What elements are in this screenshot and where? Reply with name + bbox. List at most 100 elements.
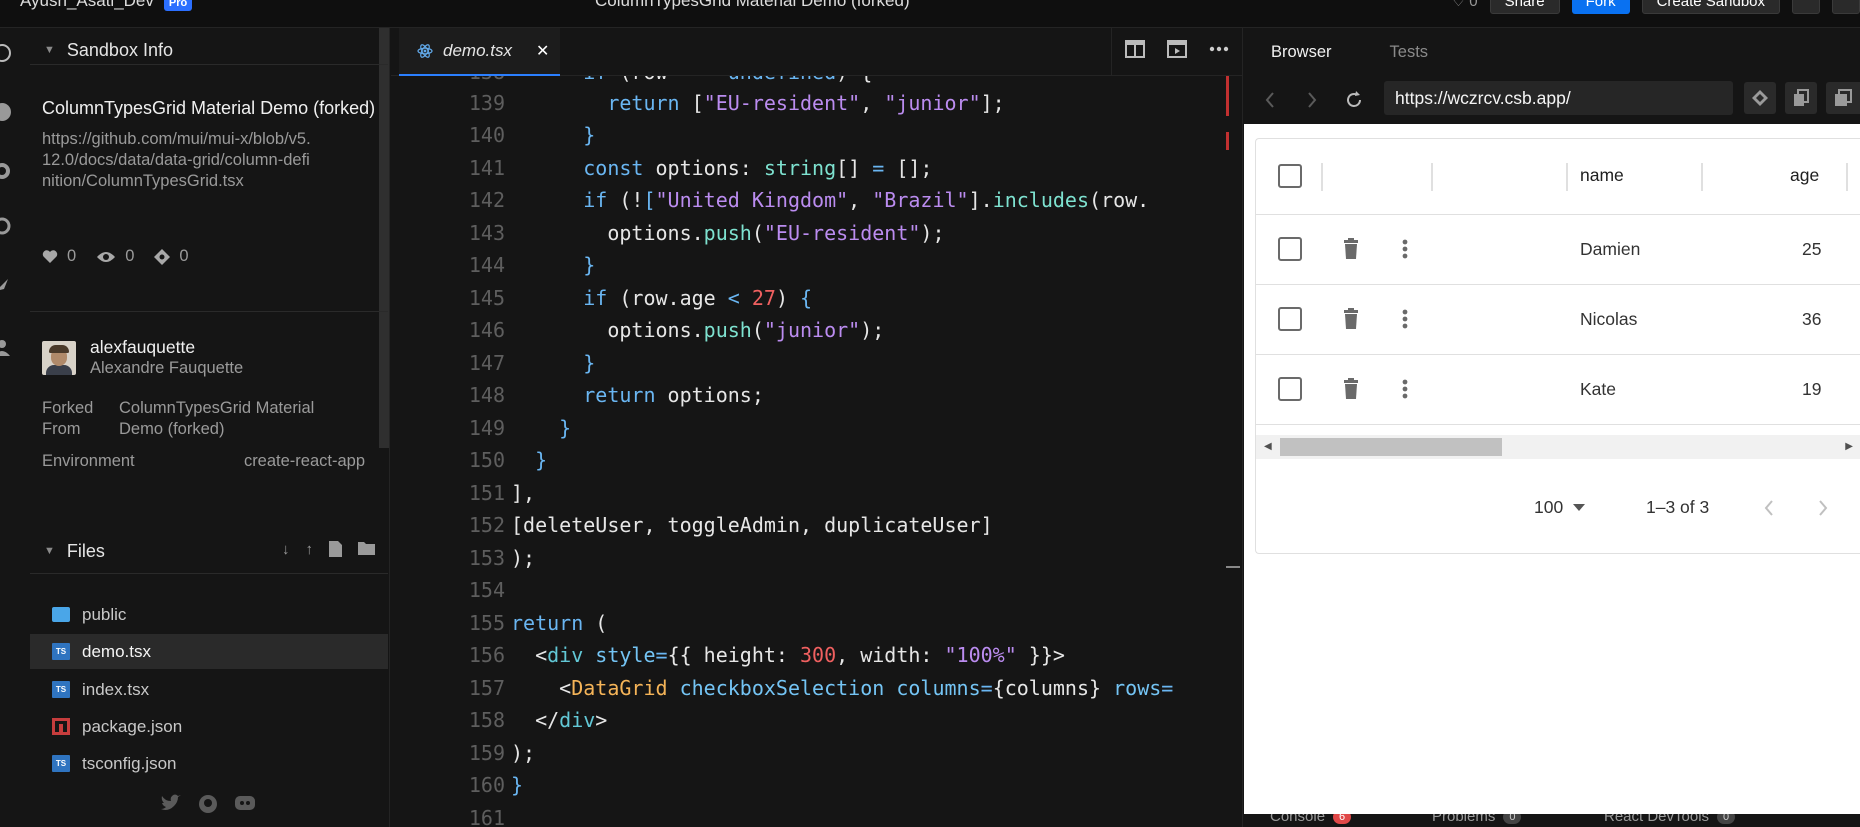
more-vertical-icon[interactable] xyxy=(1402,309,1408,329)
split-view-icon[interactable] xyxy=(1125,40,1145,58)
code-text: ); xyxy=(511,546,536,570)
code-text: options.push("junior"); xyxy=(511,318,885,342)
search-icon[interactable] xyxy=(0,101,13,123)
forked-from-link[interactable]: ColumnTypesGrid Material Demo (forked) xyxy=(119,398,339,440)
file-item-public[interactable]: public xyxy=(30,597,388,632)
new-folder-icon[interactable] xyxy=(358,541,375,555)
column-header-age[interactable]: age xyxy=(1790,165,1819,186)
tab-tests[interactable]: Tests xyxy=(1390,43,1429,62)
scroll-right-icon[interactable]: ▶ xyxy=(1845,441,1853,452)
info-icon[interactable] xyxy=(0,42,13,64)
editor-tabs: demo.tsx ✕ xyxy=(391,28,1243,76)
line-number: 149 xyxy=(468,416,505,440)
twitter-icon[interactable] xyxy=(160,794,182,812)
table-row[interactable]: Kate 19 xyxy=(1256,355,1860,425)
browser-navbar: https://wczrcv.csb.app/ xyxy=(1244,76,1860,124)
rows-per-page-select[interactable]: 100 xyxy=(1534,497,1586,518)
column-separator[interactable] xyxy=(1566,163,1568,191)
line-number: 146 xyxy=(468,318,505,342)
source-link[interactable]: https://github.com/mui/mui-x/blob/v5.12.… xyxy=(42,129,312,192)
rocket-icon[interactable] xyxy=(0,274,13,296)
more-vertical-icon[interactable] xyxy=(1402,379,1408,399)
react-devtools-tab[interactable]: React DevTools 0 xyxy=(1604,814,1736,825)
account-menu-button[interactable] xyxy=(1832,0,1860,14)
more-icon[interactable] xyxy=(1209,46,1229,52)
code-line: 149 } xyxy=(391,412,1243,444)
code-text: [deleteUser, toggleAdmin, duplicateUser] xyxy=(511,513,993,537)
horizontal-scrollbar[interactable]: ◀ ▶ xyxy=(1256,435,1860,459)
more-vertical-icon[interactable] xyxy=(1402,239,1408,259)
console-tab[interactable]: Console 6 xyxy=(1270,814,1352,825)
sandbox-info-title: Sandbox Info xyxy=(66,39,173,60)
git-icon[interactable] xyxy=(0,215,13,237)
share-button[interactable]: Share xyxy=(1489,0,1560,14)
tab-browser[interactable]: Browser xyxy=(1271,43,1332,62)
column-separator[interactable] xyxy=(1321,163,1323,191)
row-checkbox[interactable] xyxy=(1278,307,1302,331)
new-file-icon[interactable] xyxy=(329,541,342,557)
problems-count-badge: 0 xyxy=(1503,814,1522,824)
copy-icon[interactable] xyxy=(1785,82,1817,114)
like-counter[interactable]: ♡ 0 xyxy=(1452,0,1478,10)
discord-icon[interactable] xyxy=(234,794,256,812)
line-number: 155 xyxy=(468,611,505,635)
sidebar-scrollbar[interactable] xyxy=(379,28,389,448)
file-item-demo-tsx[interactable]: TS demo.tsx xyxy=(30,634,388,669)
author-card[interactable]: alexfauquette Alexandre Fauquette xyxy=(42,337,243,378)
notifications-button[interactable] xyxy=(1792,0,1820,14)
select-all-checkbox[interactable] xyxy=(1278,164,1302,188)
problems-tab[interactable]: Problems 0 xyxy=(1432,814,1522,825)
previous-page-icon[interactable] xyxy=(1764,500,1774,516)
delete-icon[interactable] xyxy=(1343,308,1359,330)
github-icon[interactable] xyxy=(198,794,218,814)
user-icon[interactable] xyxy=(0,337,13,359)
back-icon[interactable] xyxy=(1256,86,1284,114)
code-line: 155 return ( xyxy=(391,607,1243,639)
workspace-info[interactable]: Ayush_Asati_Dev Pro xyxy=(20,0,193,11)
line-number: 138 xyxy=(391,76,505,84)
code-line: 152 [deleteUser, toggleAdmin, duplicateUs… xyxy=(391,509,1243,541)
delete-icon[interactable] xyxy=(1343,378,1359,400)
file-name: demo.tsx xyxy=(82,641,151,661)
codesandbox-icon[interactable] xyxy=(1744,82,1776,114)
tab-demo-tsx[interactable]: demo.tsx ✕ xyxy=(399,28,560,76)
sandbox-info-header[interactable]: ▼ Sandbox Info xyxy=(30,28,388,72)
browser-panel: Browser Tests https://wczrcv.csb.app/ na… xyxy=(1244,28,1860,827)
line-number: 154 xyxy=(468,578,505,602)
row-checkbox[interactable] xyxy=(1278,377,1302,401)
scroll-left-icon[interactable]: ◀ xyxy=(1264,441,1272,452)
forward-icon[interactable] xyxy=(1298,86,1326,114)
code-text: } xyxy=(559,416,572,440)
fork-button[interactable]: Fork xyxy=(1571,0,1630,14)
views-count: 0 xyxy=(125,247,135,265)
delete-icon[interactable] xyxy=(1343,238,1359,260)
column-separator[interactable] xyxy=(1431,163,1433,191)
code-line: 141 const options: string[] = []; xyxy=(391,152,1243,184)
next-page-icon[interactable] xyxy=(1818,500,1828,516)
code-line: 144 } xyxy=(391,249,1243,281)
create-sandbox-button[interactable]: Create Sandbox xyxy=(1641,0,1780,14)
code-area[interactable]: 138 if (row === undefined) { 139 return … xyxy=(391,76,1243,827)
url-input[interactable]: https://wczrcv.csb.app/ xyxy=(1384,81,1733,115)
file-item-index-tsx[interactable]: TS index.tsx xyxy=(30,672,388,707)
file-item-tsconfig-json[interactable]: TS tsconfig.json xyxy=(30,746,388,781)
cell-age: 19 xyxy=(1802,379,1822,399)
table-row[interactable]: Nicolas 36 xyxy=(1256,285,1860,355)
column-separator[interactable] xyxy=(1846,163,1848,191)
code-line: 142 if (!["United Kingdom", "Brazil"].in… xyxy=(391,184,1243,216)
download-icon[interactable]: ↓ xyxy=(282,541,290,558)
table-row[interactable]: Damien 25 xyxy=(1256,215,1860,285)
column-header-name[interactable]: name xyxy=(1580,165,1624,186)
preview-icon[interactable] xyxy=(1167,40,1187,58)
scrollbar-thumb[interactable] xyxy=(1280,438,1502,456)
row-checkbox[interactable] xyxy=(1278,237,1302,261)
column-separator[interactable] xyxy=(1701,163,1703,191)
close-icon[interactable]: ✕ xyxy=(536,41,549,61)
sandbox-title[interactable]: ColumnTypesGrid Material Demo (forked) xyxy=(595,0,910,11)
workspace-name[interactable]: Ayush_Asati_Dev xyxy=(20,0,154,11)
file-item-package-json[interactable]: package.json xyxy=(30,709,388,744)
refresh-icon[interactable] xyxy=(1340,86,1368,114)
new-window-icon[interactable] xyxy=(1826,82,1860,114)
upload-icon[interactable]: ↑ xyxy=(306,541,314,558)
gear-icon[interactable] xyxy=(0,160,13,182)
